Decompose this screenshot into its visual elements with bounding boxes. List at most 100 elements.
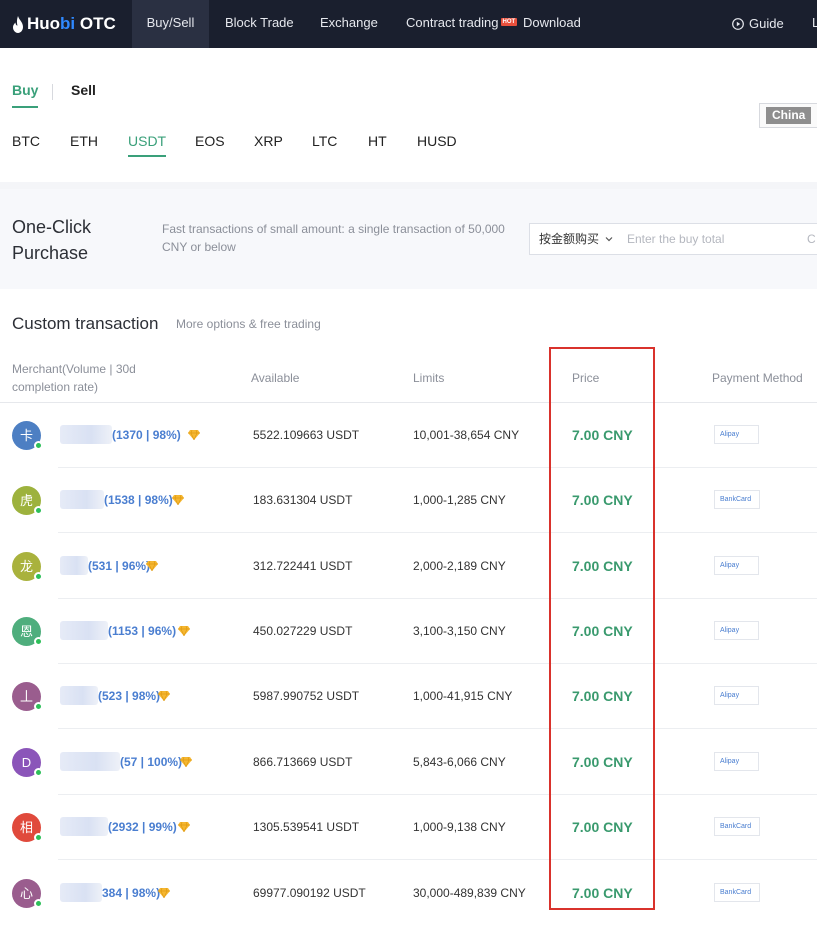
diamond-icon [180,757,192,767]
payment-method-badge: Alipay [714,556,759,575]
col-header-available: Available [251,371,300,385]
region-chip: China [766,107,812,124]
avatar-initial: 虎 [19,493,33,508]
avatar[interactable]: 恩 [12,617,43,646]
logo-text-bi: bi [60,14,76,33]
order-limits: 3,100-3,150 CNY [413,624,506,638]
coin-tab-eos[interactable]: EOS [195,133,225,149]
unit-price: 7.00 CNY [572,492,633,508]
nav-cutoff-item[interactable]: L [812,0,817,48]
payment-method-badge: BankCard [714,490,760,509]
merchant-stats-link[interactable]: (523 | 98%) [98,689,160,703]
merchant-stats-link[interactable]: (1370 | 98%) [112,428,181,442]
col-header-merchant: Merchant(Volume | 30d completion rate) [12,362,136,394]
col-header-price: Price [572,371,600,385]
available-amount: 69977.090192 USDT [253,886,366,900]
region-selector[interactable]: China [759,103,817,128]
diamond-icon [158,691,170,701]
table-row[interactable]: 卡 (1370 | 98%) 5522.109663 USDT 10,001-38,6… [0,403,817,468]
row-divider [58,859,817,860]
unit-price: 7.00 CNY [572,819,633,835]
coin-tab-usdt[interactable]: USDT [128,133,167,157]
payment-method-badge: Alipay [714,686,759,705]
avatar[interactable]: 心 [12,879,43,908]
section-divider [0,182,817,189]
order-limits: 1,000-9,138 CNY [413,820,506,834]
table-row[interactable]: 龙 (531 | 96%) 312.722441 USDT 2,000-2,189 C… [0,534,817,599]
avatar-initial: 丄 [19,689,33,704]
diamond-icon [188,430,200,440]
nav-exchange[interactable]: Exchange [320,0,378,48]
online-status-dot [34,506,43,515]
payment-method-badge: BankCard [714,883,760,902]
buy-total-currency: C [807,232,816,246]
avatar[interactable]: 龙 [12,552,43,581]
payment-method-badge: Alipay [714,621,759,640]
avatar[interactable]: 丄 [12,682,43,711]
logo-text-huo: Huo [27,14,61,33]
merchant-stats-link[interactable]: (531 | 96%) [88,559,150,573]
nav-contract-trading[interactable]: Contract trading HOT [406,0,518,48]
nav-block-trade[interactable]: Block Trade [225,0,294,48]
buy-total-input[interactable]: Enter the buy total C [621,223,817,255]
merchant-stats-link[interactable]: (2932 | 99%) [108,820,177,834]
coin-tab-eth[interactable]: ETH [70,133,98,149]
online-status-dot [34,899,43,908]
table-row[interactable]: 心 384 | 98%) 69977.090192 USDT 30,000-489,8… [0,861,817,926]
nav-download[interactable]: Download [523,0,581,48]
order-limits: 1,000-1,285 CNY [413,493,506,507]
order-limits: 2,000-2,189 CNY [413,559,506,573]
table-row[interactable]: 相 (2932 | 99%) 1305.539541 USDT 1,000-9,138… [0,795,817,860]
avatar[interactable]: 卡 [12,421,43,450]
buy-total-placeholder: Enter the buy total [627,232,725,246]
col-header-payment-method: Payment Method [712,371,803,385]
nav-contract-trading-label: Contract trading [406,15,499,30]
row-divider [58,532,817,533]
avatar[interactable]: 相 [12,813,43,842]
table-row[interactable]: 虎 (1538 | 98%) 183.631304 USDT 1,000-1,285 … [0,468,817,533]
online-status-dot [34,768,43,777]
online-status-dot [34,702,43,711]
avatar-initial: 龙 [19,559,33,574]
avatar-initial: 相 [19,820,33,835]
table-row[interactable]: 丄 (523 | 98%) 5987.990752 USDT 1,000-41,915… [0,664,817,729]
avatar[interactable]: 虎 [12,486,43,515]
merchant-stats-link[interactable]: (57 | 100%) [120,755,182,769]
one-click-title: One-Click Purchase [12,217,92,263]
available-amount: 183.631304 USDT [253,493,353,507]
order-limits: 5,843-6,066 CNY [413,755,506,769]
tab-sell[interactable]: Sell [71,82,96,98]
avatar[interactable]: D [12,748,43,777]
online-status-dot [34,572,43,581]
coin-tab-btc[interactable]: BTC [12,133,40,149]
merchant-stats-link[interactable]: (1153 | 96%) [108,624,176,638]
unit-price: 7.00 CNY [572,427,633,443]
online-status-dot [34,441,43,450]
coin-tab-xrp[interactable]: XRP [254,133,283,149]
unit-price: 7.00 CNY [572,885,633,901]
custom-transaction-subtitle: More options & free trading [176,317,321,331]
custom-transaction-title: Custom transaction [12,314,159,333]
merchant-stats-link[interactable]: 384 | 98%) [102,886,160,900]
top-nav: Huo bi OTC Buy/Sell Block Trade Exchange … [0,0,817,48]
avatar-initial: 心 [19,886,33,901]
tab-buy[interactable]: Buy [12,82,39,108]
table-row[interactable]: D (57 | 100%) 866.713669 USDT 5,843-6,066 C… [0,730,817,795]
table-row[interactable]: 恩 (1153 | 96%) 450.027229 USDT 3,100-3,150 … [0,599,817,664]
payment-method-badge: Alipay [714,752,759,771]
nav-buy-sell[interactable]: Buy/Sell [132,0,209,48]
chevron-down-icon [605,237,613,242]
huobi-otc-logo[interactable]: Huo bi OTC [12,12,116,36]
merchant-name-redacted [60,883,102,902]
nav-guide[interactable]: Guide [732,0,784,48]
buy-mode-select[interactable]: 按金额购买 [529,223,622,255]
coin-tab-ltc[interactable]: LTC [312,133,337,149]
col-header-limits: Limits [413,371,445,385]
available-amount: 450.027229 USDT [253,624,353,638]
merchant-name-redacted [60,621,108,640]
merchant-stats-link[interactable]: (1538 | 98%) [104,493,173,507]
payment-method-badge: BankCard [714,817,760,836]
coin-tab-husd[interactable]: HUSD [417,133,457,149]
hot-badge: HOT [500,18,518,26]
coin-tab-ht[interactable]: HT [368,133,387,149]
